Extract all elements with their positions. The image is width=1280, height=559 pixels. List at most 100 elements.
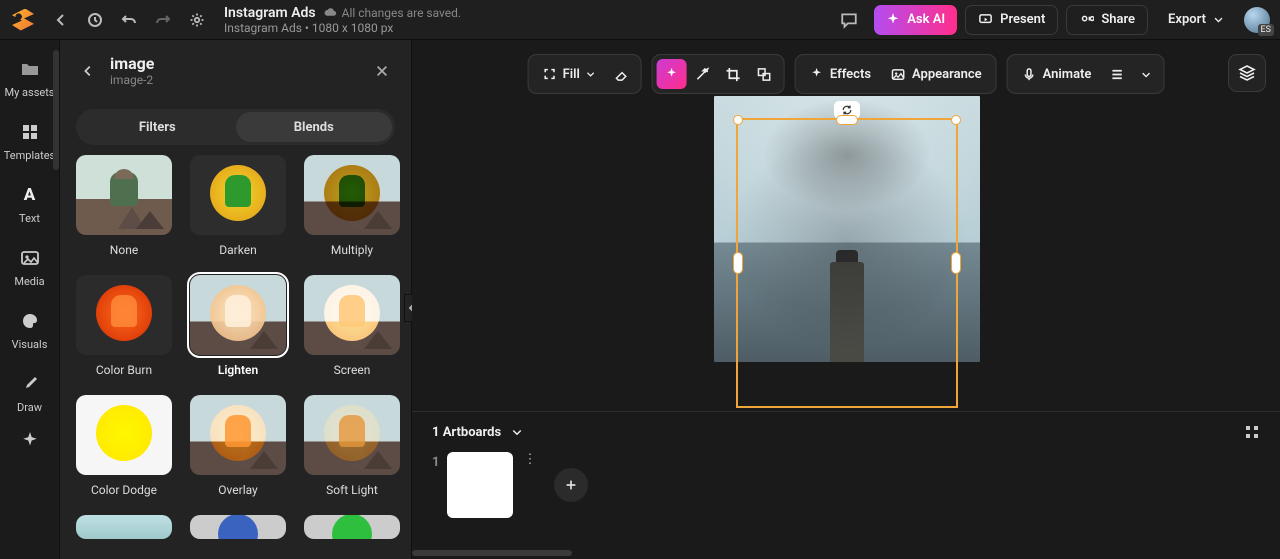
panel-subtitle: image-2 xyxy=(110,73,359,87)
panel-close-button[interactable] xyxy=(369,58,395,84)
resize-handle-tm[interactable] xyxy=(836,115,858,125)
blend-color-burn[interactable]: Color Burn xyxy=(76,275,172,377)
blend-soft-light[interactable]: Soft Light xyxy=(304,395,400,497)
more-options-button[interactable] xyxy=(1132,59,1159,89)
rail-draw[interactable]: Draw xyxy=(0,373,59,414)
back-button[interactable] xyxy=(44,5,78,35)
chevron-down-icon xyxy=(586,69,596,79)
blend-more-2[interactable] xyxy=(190,515,286,539)
artboards-heading[interactable]: 1 Artboards xyxy=(432,425,501,440)
layers-button[interactable] xyxy=(1228,54,1266,92)
swap-icon xyxy=(757,67,772,82)
resize-handle-tl[interactable] xyxy=(733,115,743,125)
top-bar: Instagram Ads All changes are saved. Ins… xyxy=(0,0,1280,40)
canvas-image[interactable] xyxy=(714,96,980,362)
brush-icon xyxy=(19,373,41,395)
present-button[interactable]: Present xyxy=(965,5,1058,35)
portrait-overlay xyxy=(714,96,980,362)
history-button[interactable] xyxy=(78,5,112,35)
blend-label: None xyxy=(110,243,138,257)
redo-button[interactable] xyxy=(146,5,180,35)
blend-overlay[interactable]: Overlay xyxy=(190,395,286,497)
blend-darken[interactable]: Darken xyxy=(190,155,286,257)
blend-more-1[interactable] xyxy=(76,515,172,539)
tab-filters[interactable]: Filters xyxy=(79,112,236,142)
settings-button[interactable] xyxy=(180,5,214,35)
rail-text[interactable]: A Text xyxy=(0,184,59,225)
effects-button[interactable]: Effects xyxy=(800,59,881,89)
artboards-grid-view[interactable] xyxy=(1244,424,1260,440)
animate-label: Animate xyxy=(1043,67,1092,82)
crop-button[interactable] xyxy=(718,59,749,89)
blend-more-3[interactable] xyxy=(304,515,400,539)
rail-label: Draw xyxy=(17,401,42,414)
ask-ai-label: Ask AI xyxy=(907,12,945,27)
artboard-thumbnail[interactable] xyxy=(447,452,513,518)
user-avatar[interactable]: ES xyxy=(1244,7,1270,33)
rail-templates[interactable]: Templates xyxy=(0,121,59,162)
resize-handle-ml[interactable] xyxy=(733,252,743,274)
replace-image-button[interactable] xyxy=(749,59,780,89)
rail-scrollbar[interactable] xyxy=(53,50,59,170)
sparkle-icon xyxy=(886,13,900,27)
app-logo-icon[interactable] xyxy=(12,9,34,31)
image-icon xyxy=(891,67,906,82)
artboard-index: 1 xyxy=(432,452,439,470)
image-panel: image image-2 Filters Blends None Darke xyxy=(60,40,412,559)
resize-handle-mr[interactable] xyxy=(951,252,961,274)
share-icon xyxy=(1079,12,1094,27)
context-toolbar: Fill Effects xyxy=(528,54,1165,94)
resize-handle-tr[interactable] xyxy=(951,115,961,125)
blend-lighten[interactable]: Lighten xyxy=(190,275,286,377)
blend-label: Color Dodge xyxy=(91,483,157,497)
chevron-down-icon xyxy=(1213,14,1224,25)
blend-color-dodge[interactable]: Color Dodge xyxy=(76,395,172,497)
rail-label: Text xyxy=(19,212,40,225)
share-button[interactable]: Share xyxy=(1066,5,1148,35)
save-status-text: All changes are saved. xyxy=(342,6,461,20)
rail-visuals[interactable]: Visuals xyxy=(0,310,59,351)
plus-icon xyxy=(564,478,578,492)
rail-my-assets[interactable]: My assets xyxy=(0,58,59,99)
magic-wand-button[interactable] xyxy=(687,59,718,89)
tab-blends[interactable]: Blends xyxy=(236,112,393,142)
blend-label: Overlay xyxy=(218,483,257,497)
add-artboard-button[interactable] xyxy=(554,468,588,502)
share-label: Share xyxy=(1101,12,1135,27)
erase-bg-button[interactable] xyxy=(606,59,637,89)
fill-button[interactable]: Fill xyxy=(533,59,606,89)
animate-button[interactable]: Animate xyxy=(1012,59,1102,89)
folder-icon xyxy=(19,58,41,80)
blend-label: Lighten xyxy=(218,363,258,377)
avatar-badge: ES xyxy=(1258,24,1274,36)
document-dimensions: Instagram Ads • 1080 x 1080 px xyxy=(224,21,832,35)
align-button[interactable] xyxy=(1101,59,1132,89)
document-title[interactable]: Instagram Ads xyxy=(224,5,316,21)
blend-none[interactable]: None xyxy=(76,155,172,257)
rail-ai[interactable] xyxy=(0,430,59,452)
blend-label: Darken xyxy=(219,243,256,257)
artboard-menu-button[interactable]: ⋮ xyxy=(523,452,536,467)
ai-enhance-button[interactable] xyxy=(657,59,687,89)
comments-button[interactable] xyxy=(832,5,866,35)
canvas-viewport[interactable] xyxy=(412,96,1280,411)
undo-button[interactable] xyxy=(112,5,146,35)
panel-back-button[interactable] xyxy=(76,59,100,83)
sparkle-icon xyxy=(810,67,824,81)
horizontal-scrollbar[interactable] xyxy=(412,547,1280,559)
scrollbar-thumb[interactable] xyxy=(412,550,572,556)
layers-icon xyxy=(1238,64,1256,82)
blend-multiply[interactable]: Multiply xyxy=(304,155,400,257)
blend-label: Soft Light xyxy=(326,483,378,497)
save-status: All changes are saved. xyxy=(324,6,461,20)
rail-label: My assets xyxy=(5,86,55,99)
export-button[interactable]: Export xyxy=(1156,5,1236,35)
artboard-thumb-1[interactable]: 1 ⋮ xyxy=(432,452,536,518)
chevron-down-icon[interactable] xyxy=(511,426,523,438)
ask-ai-button[interactable]: Ask AI xyxy=(874,5,957,35)
rail-media[interactable]: Media xyxy=(0,247,59,288)
blend-screen[interactable]: Screen xyxy=(304,275,400,377)
sparkle-icon xyxy=(19,430,41,452)
appearance-button[interactable]: Appearance xyxy=(881,59,992,89)
canvas-area: Fill Effects xyxy=(412,40,1280,559)
